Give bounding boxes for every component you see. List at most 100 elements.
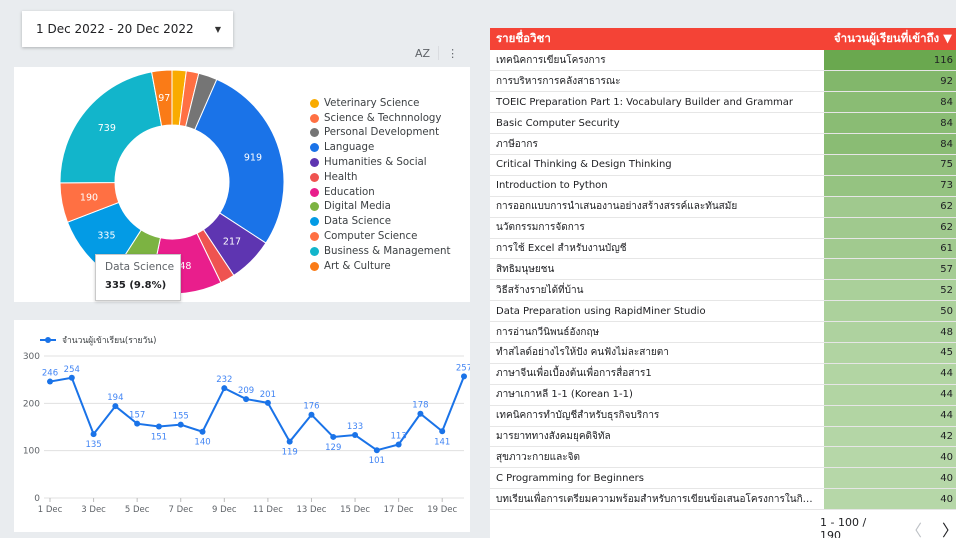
count-cell: 116 [824,50,956,72]
legend-item[interactable]: Data Science [310,214,450,229]
legend-item[interactable]: Humanities & Social [310,155,450,170]
x-tick-label: 15 Dec [340,505,370,515]
count-cell: 73 [824,175,956,197]
table-row[interactable]: ทำสไลด์อย่างไรให้ปัง คนฟังไม่ละสายตา 45 [490,342,956,364]
table-row[interactable]: สุขภาวะกายและจิต 40 [490,446,956,469]
count-cell: 84 [824,112,956,135]
table-row[interactable]: ภาษาเกาหลี 1-1 (Korean 1-1) 44 [490,384,956,406]
data-point[interactable] [243,396,250,403]
data-point[interactable] [395,441,402,448]
table-row[interactable]: มารยาททางสังคมยุคดิจิทัล 42 [490,426,956,448]
table-row[interactable]: Introduction to Python 73 [490,175,956,197]
data-point[interactable] [112,403,119,410]
course-table: รายชื่อวิชา จำนวนผู้เรียนที่เข้าถึง ▼ เท… [490,28,956,511]
donut-slice-language[interactable] [194,78,285,244]
next-page-icon[interactable]: 〉 [942,517,956,538]
legend-label: Business & Management [324,245,451,257]
data-point[interactable] [177,421,184,428]
table-row[interactable]: เทคนิคการเขียนโครงการ 116 [490,50,956,72]
column-header-count[interactable]: จำนวนผู้เรียนที่เข้าถึง ▼ [824,28,956,50]
table-row[interactable]: Data Preparation using RapidMiner Studio… [490,300,956,323]
legend-label: Science & Technnology [324,112,442,124]
table-row[interactable]: วิธีสร้างรายได้ที่บ้าน 52 [490,279,956,302]
data-point[interactable] [47,378,53,385]
more-options-icon[interactable]: ⋮ [447,47,458,60]
data-point[interactable] [417,410,424,417]
table-row[interactable]: Critical Thinking & Design Thinking 75 [490,154,956,176]
legend-item[interactable]: Art & Culture [310,259,450,274]
legend-label: Education [324,186,375,198]
chart-tooltip: Data Science 335 (9.8%) [95,254,181,301]
data-label: 157 [129,411,145,421]
data-point[interactable] [308,411,315,418]
course-name-cell: การออกแบบการนำเสนองานอย่างสร้างสรรค์และท… [490,196,824,218]
data-label: 113 [391,432,407,442]
legend-dot-icon [310,232,319,242]
table-row[interactable]: เทคนิคการทำบัญชีสำหรับธุรกิจบริการ 44 [490,405,956,427]
data-point[interactable] [134,420,141,427]
course-name-cell: Data Preparation using RapidMiner Studio [490,300,824,323]
data-point[interactable] [199,428,206,435]
prev-page-icon[interactable]: 〈 [906,517,922,538]
line-chart-card: จำนวนผู้เข้าเรียน(รายวัน) 0 100 200 300 1 De… [14,320,470,532]
x-tick-label: 3 Dec [81,505,106,515]
table-row[interactable]: การอ่านกวีนิพนธ์อังกฤษ 48 [490,321,956,343]
data-point[interactable] [286,438,293,445]
table-row[interactable]: นวัตกรรมการจัดการ 62 [490,217,956,239]
count-cell: 45 [824,342,956,364]
legend-item[interactable]: Digital Media [310,200,450,215]
course-name-cell: TOEIC Preparation Part 1: Vocabulary Bui… [490,91,824,114]
legend-item[interactable]: Computer Science [310,229,450,244]
tooltip-value: 335 (9.8%) [105,280,167,291]
line-chart: 0 100 200 300 1 Dec 3 Dec 5 Dec 7 Dec 9 Dec 11 De… [23,352,470,515]
data-label: 178 [412,401,428,411]
sort-az-icon[interactable]: AZ [415,47,430,60]
donut-data-label: 97 [158,93,170,104]
course-name-cell: การบริหารการคลังสาธารณะ [490,70,824,93]
y-tick-label: 200 [23,399,40,409]
data-point[interactable] [461,373,467,380]
count-cell: 92 [824,70,956,93]
legend-label: Art & Culture [324,260,391,272]
data-point[interactable] [155,423,162,430]
legend-item[interactable]: Science & Technnology [310,111,450,126]
data-label: 201 [260,390,276,400]
table-row[interactable]: สิทธิมนุษยชน 57 [490,258,956,281]
table-row[interactable]: TOEIC Preparation Part 1: Vocabulary Bui… [490,91,956,114]
date-range-picker[interactable]: 1 Dec 2022 - 20 Dec 2022 ▼ [22,11,233,47]
table-row[interactable]: C Programming for Beginners 40 [490,467,956,490]
table-row[interactable]: การออกแบบการนำเสนองานอย่างสร้างสรรค์และท… [490,196,956,218]
count-cell: 50 [824,300,956,323]
legend-item[interactable]: Veterinary Science [310,96,450,111]
count-cell: 75 [824,154,956,176]
table-row[interactable]: บทเรียนเพื่อการเตรียมความพร้อมสำหรับการเ… [490,488,956,511]
legend-item[interactable]: Health [310,170,450,185]
column-header-course[interactable]: รายชื่อวิชา [490,28,824,50]
table-row[interactable]: การบริหารการคลังสาธารณะ 92 [490,70,956,93]
data-point[interactable] [264,399,271,406]
data-label: 176 [303,402,319,412]
data-point[interactable] [439,428,446,435]
count-cell: 62 [824,196,956,218]
table-row[interactable]: ภาษาจีนเพื่อเบื้องต้นเพื่อการสื่อสาร1 44 [490,363,956,385]
legend-item[interactable]: Personal Development [310,126,450,141]
data-point[interactable] [90,431,97,438]
legend-label: Computer Science [324,231,418,243]
legend-item[interactable]: Education [310,185,450,200]
data-point[interactable] [352,432,359,439]
data-point[interactable] [68,374,75,381]
data-point[interactable] [330,433,337,440]
data-point[interactable] [221,385,228,392]
table-row[interactable]: ภาษีอากร 84 [490,133,956,155]
data-point[interactable] [373,447,380,454]
table-row[interactable]: การใช้ Excel สำหรับงานบัญชี 61 [490,238,956,260]
table-row[interactable]: Basic Computer Security 84 [490,112,956,135]
legend-item[interactable]: Business & Management [310,244,450,259]
count-cell: 52 [824,279,956,302]
donut-data-label: 739 [98,123,116,134]
chart-toolbar: AZ ⋮ [415,46,458,60]
legend-item[interactable]: Language [310,140,450,155]
legend-label: Health [324,171,358,183]
count-cell: 40 [824,467,956,490]
course-name-cell: C Programming for Beginners [490,467,824,490]
